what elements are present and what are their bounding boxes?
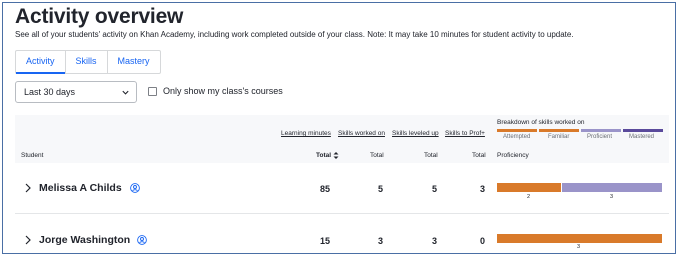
familiar-legend-label: Familiar: [548, 134, 570, 140]
familiar-count: 2: [527, 194, 531, 200]
attempted-legend-bar: [497, 129, 537, 132]
tab-activity[interactable]: Activity: [16, 51, 66, 74]
skills-leveled-up-header[interactable]: Skills leveled up: [392, 130, 439, 137]
tab-mastery[interactable]: Mastery: [108, 51, 160, 73]
mastered-legend-label: Mastered: [629, 134, 655, 140]
proficient-count: 3: [610, 194, 614, 200]
skills-to-prof-value: 3: [479, 184, 485, 194]
skills-leveled-up-total-header: Total: [424, 152, 438, 159]
student-name[interactable]: Jorge Washington: [39, 234, 130, 246]
table-row[interactable]: Melissa A Childs 85 5 5 3 2 3: [15, 165, 669, 215]
proficient-segment: [562, 183, 662, 192]
page-subtitle: See all of your students' activity on Kh…: [15, 30, 574, 39]
breakdown-header: Breakdown of skills worked on: [497, 119, 585, 126]
only-class-courses-checkbox[interactable]: [148, 86, 157, 96]
chevron-right-icon[interactable]: [24, 235, 32, 245]
skills-worked-on-value: 5: [377, 184, 383, 194]
familiar-legend-bar: [539, 129, 579, 132]
familiar-segment: [497, 183, 561, 192]
skills-worked-on-header[interactable]: Skills worked on: [338, 130, 385, 137]
skills-to-prof-header[interactable]: Skills to Prof+: [445, 130, 485, 137]
skills-worked-on-total-header: Total: [370, 152, 384, 159]
mastered-legend-bar: [623, 129, 663, 132]
person-icon[interactable]: [130, 183, 140, 193]
learning-minutes-total-label: Total: [316, 152, 332, 160]
learning-minutes-total-header[interactable]: Total: [316, 152, 339, 159]
person-icon[interactable]: [137, 235, 147, 245]
skills-leveled-up-value: 5: [431, 184, 437, 194]
chevron-down-icon: [122, 90, 129, 95]
proficiency-header: Proficiency: [497, 152, 529, 159]
learning-minutes-header[interactable]: Learning minutes: [281, 130, 331, 137]
student-header: Student: [21, 152, 44, 159]
table-header: Student Learning minutes Skills worked o…: [15, 115, 669, 163]
only-class-courses-label: Only show my class's courses: [163, 86, 283, 96]
table-row[interactable]: Jorge Washington 15 3 3 0 3: [15, 216, 669, 253]
skills-leveled-up-value: 3: [431, 236, 437, 246]
sort-icon: [333, 152, 339, 159]
tab-skills[interactable]: Skills: [66, 51, 108, 73]
skills-worked-on-value: 3: [377, 236, 383, 246]
chevron-right-icon[interactable]: [24, 183, 32, 193]
row-divider: [15, 213, 669, 214]
learning-minutes-value: 85: [319, 184, 330, 194]
date-range-dropdown[interactable]: Last 30 days: [15, 81, 137, 103]
proficient-legend-bar: [581, 129, 621, 132]
student-name[interactable]: Melissa A Childs: [39, 182, 122, 194]
page-title: Activity overview: [15, 5, 184, 28]
familiar-count: 3: [577, 244, 581, 250]
only-class-courses-toggle[interactable]: Only show my class's courses: [148, 86, 283, 96]
activity-overview-panel: Activity overview See all of your studen…: [2, 2, 676, 254]
proficient-legend-label: Proficient: [587, 134, 613, 140]
date-range-value: Last 30 days: [24, 87, 76, 97]
attempted-legend-label: Attempted: [503, 134, 531, 140]
learning-minutes-value: 15: [319, 236, 330, 246]
view-tabs: Activity Skills Mastery: [15, 50, 161, 74]
familiar-segment: [497, 234, 662, 243]
skills-to-prof-total-header: Total: [472, 152, 486, 159]
skills-to-prof-value: 0: [479, 236, 485, 246]
